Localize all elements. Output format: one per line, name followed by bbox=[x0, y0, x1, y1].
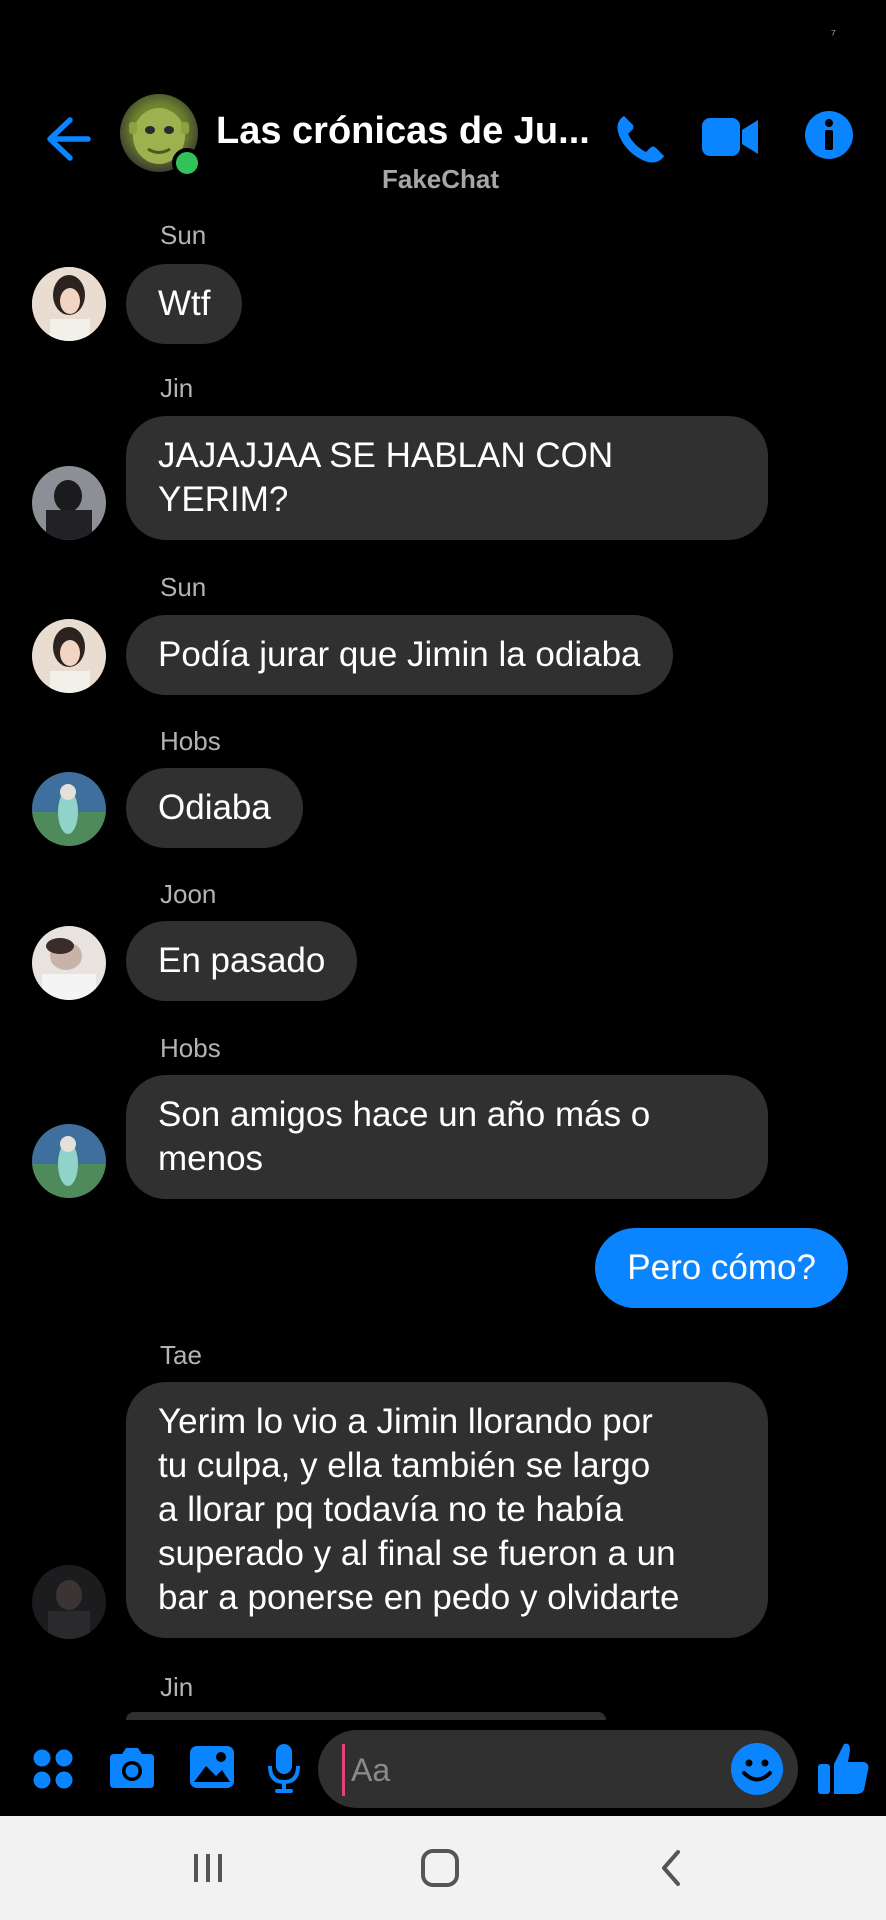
apps-grid-icon[interactable] bbox=[32, 1748, 74, 1790]
sender-avatar[interactable] bbox=[32, 466, 106, 540]
message-line: tu culpa, y ella también se largo bbox=[158, 1446, 651, 1485]
message-line: superado y al final se fueron a un bbox=[158, 1534, 676, 1573]
camera-icon[interactable] bbox=[106, 1746, 158, 1790]
sender-avatar[interactable] bbox=[32, 772, 106, 846]
my-message-bubble[interactable]: Pero cómo? bbox=[595, 1228, 848, 1308]
message-bubble[interactable]: Podía jurar que Jimin la odiaba bbox=[126, 615, 673, 695]
message-bubble-partial[interactable] bbox=[126, 1712, 606, 1720]
thumbs-up-icon[interactable] bbox=[816, 1740, 870, 1796]
system-navigation-bar bbox=[0, 1816, 886, 1920]
message-line: bar a ponerse en pedo y olvidarte bbox=[158, 1578, 680, 1617]
info-icon[interactable] bbox=[804, 110, 854, 160]
message-text: En pasado bbox=[158, 941, 326, 980]
sender-avatar[interactable] bbox=[32, 619, 106, 693]
message-input[interactable] bbox=[342, 1744, 733, 1796]
emoji-icon[interactable] bbox=[730, 1742, 784, 1796]
message-text: Podía jurar que Jimin la odiaba bbox=[158, 635, 641, 674]
chat-subtitle: FakeChat bbox=[382, 164, 500, 194]
image-icon[interactable] bbox=[188, 1744, 236, 1790]
message-line: JAJAJJAA SE HABLAN CON bbox=[158, 436, 614, 475]
home-icon[interactable] bbox=[420, 1848, 460, 1888]
message-bubble[interactable]: JAJAJJAA SE HABLAN CON YERIM? bbox=[126, 416, 768, 540]
status-indicator: ⁷ bbox=[830, 26, 836, 42]
sender-name: Jin bbox=[160, 1672, 194, 1702]
message-bubble[interactable]: Yerim lo vio a Jimin llorando por tu cul… bbox=[126, 1382, 768, 1638]
message-bubble[interactable]: Son amigos hace un año más o menos bbox=[126, 1075, 768, 1199]
message-bubble[interactable]: Odiaba bbox=[126, 768, 303, 848]
sender-avatar[interactable] bbox=[32, 1124, 106, 1198]
sender-name: Sun bbox=[160, 572, 207, 602]
arrow-left-icon[interactable] bbox=[40, 112, 94, 166]
phone-icon[interactable] bbox=[610, 110, 670, 170]
sender-avatar[interactable] bbox=[32, 267, 106, 341]
message-text: Odiaba bbox=[158, 788, 271, 827]
sender-name: Hobs bbox=[160, 1033, 221, 1063]
message-line: Yerim lo vio a Jimin llorando por bbox=[158, 1402, 653, 1441]
message-text: Pero cómo? bbox=[627, 1248, 816, 1287]
message-input-container[interactable] bbox=[318, 1730, 798, 1808]
sender-avatar[interactable] bbox=[32, 926, 106, 1000]
sender-name: Joon bbox=[160, 879, 217, 909]
message-line: menos bbox=[158, 1139, 264, 1178]
sender-name: Sun bbox=[160, 220, 207, 250]
sender-avatar[interactable] bbox=[32, 1565, 106, 1639]
chat-title[interactable]: Las crónicas de Ju... bbox=[216, 110, 590, 153]
back-nav-icon[interactable] bbox=[656, 1848, 686, 1888]
recent-apps-icon[interactable] bbox=[190, 1852, 226, 1884]
composer-bar bbox=[0, 1728, 886, 1810]
sender-name: Jin bbox=[160, 373, 194, 403]
message-bubble[interactable]: En pasado bbox=[126, 921, 358, 1001]
sender-name: Tae bbox=[160, 1340, 202, 1370]
online-indicator bbox=[172, 148, 202, 178]
message-text: Wtf bbox=[158, 284, 211, 323]
message-line: YERIM? bbox=[158, 480, 289, 519]
sender-name: Hobs bbox=[160, 726, 221, 756]
message-line: Son amigos hace un año más o bbox=[158, 1095, 651, 1134]
message-bubble[interactable]: Wtf bbox=[126, 264, 243, 344]
microphone-icon[interactable] bbox=[266, 1742, 302, 1796]
chat-header: Las crónicas de Ju... FakeChat bbox=[0, 90, 886, 210]
message-line: a llorar pq todavía no te había bbox=[158, 1490, 624, 1529]
video-camera-icon[interactable] bbox=[700, 112, 760, 164]
